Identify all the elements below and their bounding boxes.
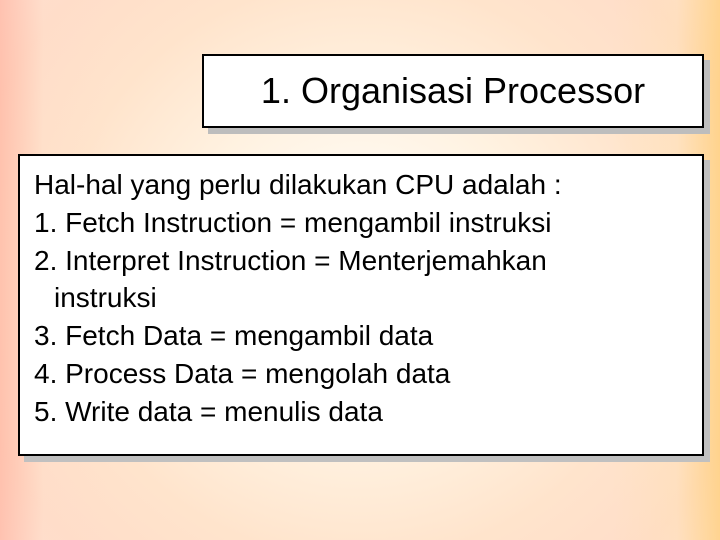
body-item-1: 1. Fetch Instruction = mengambil instruk… [34, 204, 688, 242]
body-item-2-cont: instruksi [34, 279, 688, 317]
slide-background: 1. Organisasi Processor Hal-hal yang per… [0, 0, 720, 540]
body-item-5: 5. Write data = menulis data [34, 393, 688, 431]
body-item-2: 2. Interpret Instruction = Menterjemahka… [34, 242, 688, 280]
body-item-3: 3. Fetch Data = mengambil data [34, 317, 688, 355]
body-container: Hal-hal yang perlu dilakukan CPU adalah … [18, 154, 704, 456]
title-box: 1. Organisasi Processor [202, 54, 704, 128]
slide-title: 1. Organisasi Processor [261, 70, 645, 112]
body-intro: Hal-hal yang perlu dilakukan CPU adalah … [34, 166, 688, 204]
title-container: 1. Organisasi Processor [202, 54, 704, 128]
body-item-4: 4. Process Data = mengolah data [34, 355, 688, 393]
body-box: Hal-hal yang perlu dilakukan CPU adalah … [18, 154, 704, 456]
